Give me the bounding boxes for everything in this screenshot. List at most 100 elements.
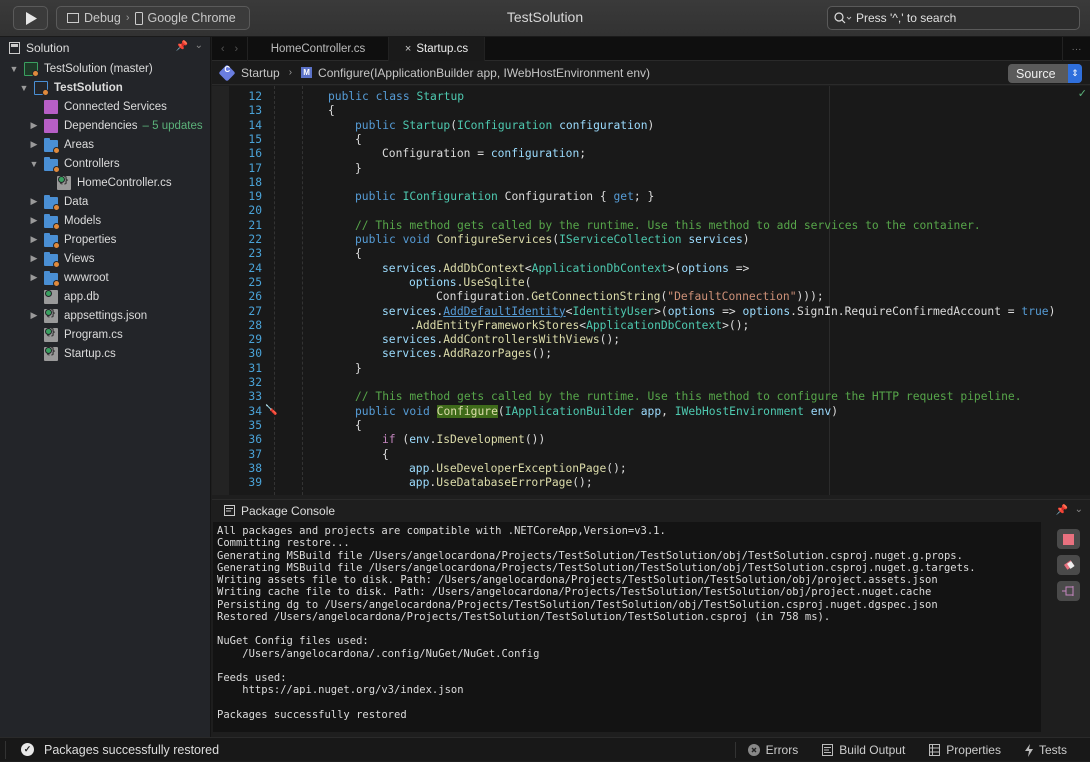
tree-item-label: Data xyxy=(64,195,89,208)
code-line[interactable]: public class Startup xyxy=(328,90,464,104)
tree-item[interactable]: ▶ Models xyxy=(0,211,210,230)
code-line[interactable]: { xyxy=(355,247,362,261)
editor-left-margin xyxy=(212,86,229,495)
code-line[interactable]: app.UseDeveloperExceptionPage(); xyxy=(409,462,627,476)
code-line[interactable]: Configuration.GetConnectionString("Defau… xyxy=(436,290,824,304)
disclosure-closed-icon[interactable]: ▶ xyxy=(29,215,39,226)
updates-badge[interactable]: – 5 updates xyxy=(143,120,203,132)
pad-label: Properties xyxy=(946,743,1001,757)
errors-pad-button[interactable]: Errors xyxy=(747,743,798,757)
pin-icon[interactable]: 📌 xyxy=(1056,505,1068,516)
tree-item-label: Controllers xyxy=(64,157,120,170)
cs-file-icon: {} xyxy=(57,175,71,190)
close-icon[interactable]: × xyxy=(405,43,411,55)
chevron-down-icon[interactable]: ⌄ xyxy=(195,40,203,51)
code-editor[interactable]: ✓ 🪛 12 public class Startup 13 {14 public St… xyxy=(212,86,1090,495)
tree-item[interactable]: ▼ TestSolution (master) xyxy=(0,59,210,78)
disclosure-open-icon[interactable]: ▼ xyxy=(9,64,19,74)
disclosure-open-icon[interactable]: ▼ xyxy=(29,159,39,169)
code-line[interactable]: // This method gets called by the runtim… xyxy=(355,219,981,233)
nav-back-icon[interactable]: ‹ xyxy=(221,43,225,55)
line-number: 18 xyxy=(248,175,262,189)
breadcrumb-class[interactable]: Startup xyxy=(241,66,280,80)
build-output-pad-button[interactable]: Build Output xyxy=(822,743,905,757)
quick-fix-icon[interactable]: 🪛 xyxy=(265,405,277,416)
code-line[interactable]: if (env.IsDevelopment()) xyxy=(382,433,545,447)
search-input[interactable]: Press '^,' to search xyxy=(827,6,1080,30)
tree-item[interactable]: Connected Services xyxy=(0,97,210,116)
line-number: 13 xyxy=(248,104,262,118)
tree-item[interactable]: ▶ Data xyxy=(0,192,210,211)
tests-pad-button[interactable]: Tests xyxy=(1024,743,1067,757)
code-line[interactable]: { xyxy=(328,104,335,118)
tree-item[interactable]: ▶ Properties xyxy=(0,230,210,249)
tab-homecontroller[interactable]: HomeController.cs xyxy=(248,37,389,61)
disclosure-closed-icon[interactable]: ▶ xyxy=(29,139,39,150)
clear-button[interactable] xyxy=(1057,555,1080,575)
cs-file-icon: {} xyxy=(44,346,58,361)
tree-item[interactable]: {} Startup.cs xyxy=(0,344,210,363)
tree-item-label: Views xyxy=(64,252,95,265)
disclosure-closed-icon[interactable]: ▶ xyxy=(29,196,39,207)
code-line[interactable]: services.AddRazorPages(); xyxy=(382,347,552,361)
tree-item[interactable]: {} HomeController.cs xyxy=(0,173,210,192)
folder-icon xyxy=(44,156,60,173)
code-line[interactable]: } xyxy=(355,162,362,176)
tree-item[interactable]: ▶ wwwroot xyxy=(0,268,210,287)
code-line[interactable]: Configuration = configuration; xyxy=(382,147,586,161)
solution-pad-title: Solution xyxy=(26,41,70,55)
code-line[interactable]: public Startup(IConfiguration configurat… xyxy=(355,119,654,133)
view-mode-select[interactable]: Source ⇕ xyxy=(1008,64,1082,83)
disclosure-closed-icon[interactable]: ▶ xyxy=(29,234,39,245)
disclosure-closed-icon[interactable]: ▶ xyxy=(29,253,39,264)
disclosure-closed-icon[interactable]: ▶ xyxy=(29,310,39,321)
pin-output-button[interactable] xyxy=(1057,581,1080,601)
json-file-icon: {} xyxy=(44,308,58,323)
tree-item[interactable]: ▶ Views xyxy=(0,249,210,268)
tree-item[interactable]: {} Program.cs xyxy=(0,325,210,344)
folder-icon xyxy=(44,232,60,249)
code-line[interactable]: public void Configure(IApplicationBuilde… xyxy=(355,404,838,419)
code-line[interactable]: services.AddDefaultIdentity<IdentityUser… xyxy=(382,305,1055,319)
tree-item[interactable]: ▶ Areas xyxy=(0,135,210,154)
code-line[interactable]: public void ConfigureServices(IServiceCo… xyxy=(355,233,750,247)
disclosure-closed-icon[interactable]: ▶ xyxy=(29,120,39,131)
tree-item-label: TestSolution (master) xyxy=(44,62,153,75)
lightning-icon xyxy=(1024,743,1033,757)
tree-item[interactable]: ▶ Dependencies – 5 updates xyxy=(0,116,210,135)
code-line[interactable]: { xyxy=(382,448,389,462)
code-line[interactable]: services.AddControllersWithViews(); xyxy=(382,333,620,347)
stop-button[interactable] xyxy=(1057,529,1080,549)
code-line[interactable]: services.AddDbContext<ApplicationDbConte… xyxy=(382,262,749,276)
chevron-down-icon[interactable]: ⌄ xyxy=(1075,504,1083,515)
code-line[interactable]: } xyxy=(355,362,362,376)
breadcrumb-method[interactable]: Configure(IApplicationBuilder app, IWebH… xyxy=(318,66,650,80)
code-line[interactable]: app.UseDatabaseErrorPage(); xyxy=(409,476,593,490)
line-number: 31 xyxy=(248,361,262,375)
code-line[interactable]: public IConfiguration Configuration { ge… xyxy=(355,190,654,204)
package-console-output[interactable]: All packages and projects are compatible… xyxy=(213,522,1041,732)
nav-forward-icon[interactable]: › xyxy=(235,43,239,55)
editor-tab-bar: ‹ › HomeController.cs × Startup.cs ··· xyxy=(212,37,1090,61)
disclosure-closed-icon[interactable]: ▶ xyxy=(29,272,39,283)
code-line[interactable]: .AddEntityFrameworkStores<ApplicationDbC… xyxy=(382,319,749,333)
method-icon: M xyxy=(301,67,313,78)
properties-pad-button[interactable]: Properties xyxy=(929,743,1001,757)
tree-item[interactable]: ▼ Controllers xyxy=(0,154,210,173)
tree-item[interactable]: ▶ {} appsettings.json xyxy=(0,306,210,325)
code-line[interactable]: { xyxy=(355,133,362,147)
more-tabs-icon[interactable]: ··· xyxy=(1062,37,1090,61)
folder-icon xyxy=(44,194,60,211)
tree-item[interactable]: app.db xyxy=(0,287,210,306)
pin-icon[interactable]: 📌 xyxy=(176,41,188,52)
code-line[interactable]: { xyxy=(355,419,362,433)
code-line[interactable]: options.UseSqlite( xyxy=(409,276,531,290)
line-number: 16 xyxy=(248,147,262,161)
tab-startup[interactable]: × Startup.cs xyxy=(389,37,485,61)
code-line[interactable]: // This method gets called by the runtim… xyxy=(355,390,1022,404)
tree-item-label: Dependencies xyxy=(64,119,138,132)
line-number: 15 xyxy=(248,132,262,146)
search-icon xyxy=(834,12,852,24)
disclosure-open-icon[interactable]: ▼ xyxy=(19,83,29,93)
tree-item[interactable]: ▼ TestSolution xyxy=(0,78,210,97)
